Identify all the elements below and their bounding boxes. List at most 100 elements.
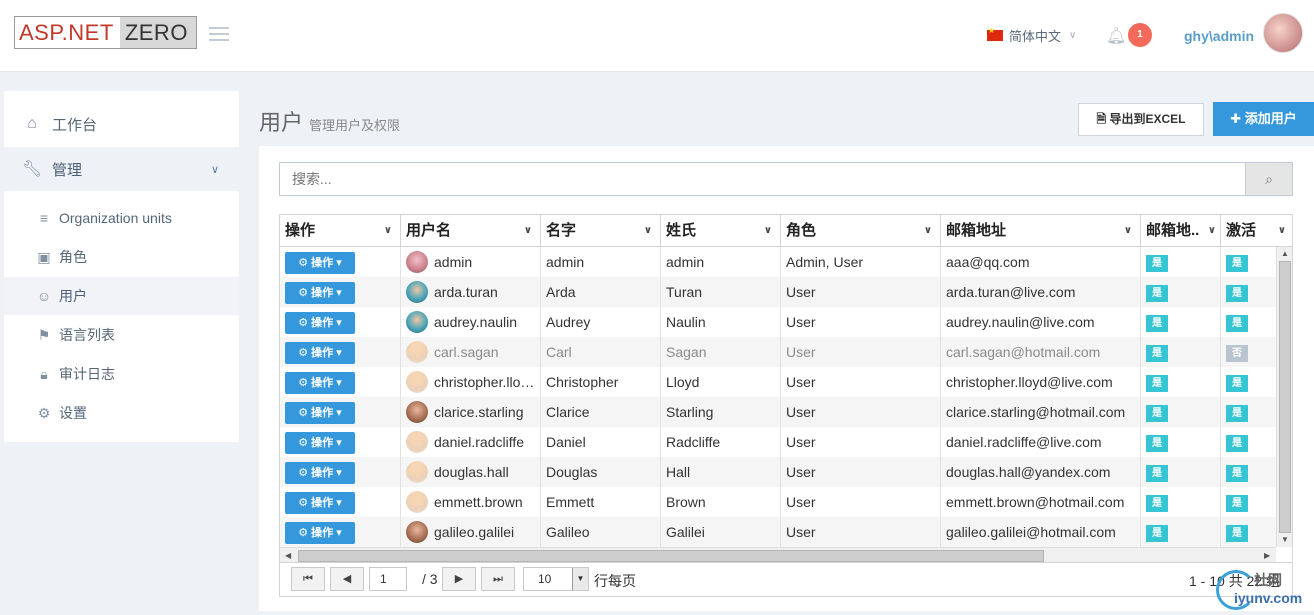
column-header-surname[interactable]: 姓氏 ∨ [661,215,781,246]
column-header-username[interactable]: 用户名 ∨ [401,215,541,246]
sidebar-item-label: 设置 [59,405,87,421]
email-value: aaa@qq.com [946,254,1030,270]
row-actions-button[interactable]: ⚙ 操作 ▾ [285,462,355,484]
sidebar-item-settings[interactable]: ⚙ 设置 [4,394,239,432]
sidebar-item-languages[interactable]: ⚑ 语言列表 [4,316,239,354]
row-actions-button[interactable]: ⚙ 操作 ▾ [285,402,355,424]
username-cell: arda.turan [401,277,541,307]
roles-value: User [786,464,816,480]
language-selector[interactable]: 简体中文 ∨ [987,26,1076,45]
email-confirmed-cell: 是 [1141,367,1221,397]
sidebar-item-users[interactable]: ☺ 用户 [4,277,239,315]
scroll-right-icon[interactable]: ▶ [1264,551,1270,560]
row-actions-label: 操作 [311,347,334,359]
scroll-up-icon[interactable]: ▲ [1281,249,1289,258]
bell-icon[interactable]: 🔔︎ [1106,26,1126,46]
menu-toggle-icon[interactable] [209,27,229,41]
chevron-down-icon[interactable]: ∨ [764,215,772,246]
grid-pager: ⏮︎ ◀ 1 / 3 ▶ ⏭︎ 10 ▼ 行每页 1 - 10 共 22 组 [279,563,1293,597]
chevron-down-icon[interactable]: ∨ [1278,215,1286,246]
roles-cell: User [781,337,941,367]
active-badge: 是 [1226,315,1248,332]
chevron-down-icon[interactable]: ∨ [1124,215,1132,246]
actions-cell: ⚙ 操作 ▾ [280,277,401,307]
surname-cell: Brown [661,487,781,517]
user-name[interactable]: ghy\admin [1184,28,1254,44]
row-actions-button[interactable]: ⚙ 操作 ▾ [285,432,355,454]
horizontal-scroll-thumb[interactable] [298,550,1044,562]
name-value: Christopher [546,374,619,390]
page-size-select[interactable]: 10 ▼ [523,567,589,591]
column-header-email[interactable]: 邮箱地址 ∨ [941,215,1141,246]
email-confirmed-badge: 是 [1146,315,1168,332]
scroll-left-icon[interactable]: ◀ [285,551,291,560]
vertical-scrollbar[interactable]: ▲ ▼ [1276,247,1292,547]
surname-value: Brown [666,494,706,510]
sidebar-item-administration[interactable]: 🔧︎ 管理 ∨ [4,147,239,191]
dropdown-arrow-icon[interactable]: ▼ [572,568,588,590]
actions-cell: ⚙ 操作 ▾ [280,517,401,547]
prev-page-button[interactable]: ◀ [330,567,364,591]
china-flag-icon [987,26,1003,41]
chevron-down-icon[interactable]: ∨ [384,215,392,246]
export-excel-button[interactable]: 🗎︎ 导出到EXCEL [1078,103,1204,136]
row-actions-button[interactable]: ⚙ 操作 ▾ [285,342,355,364]
email-cell: galileo.galilei@hotmail.com [941,517,1141,547]
row-actions-label: 操作 [311,407,334,419]
search-button[interactable]: ⌕ [1245,162,1293,196]
chevron-down-icon[interactable]: ∨ [644,215,652,246]
column-header-email-confirmed[interactable]: 邮箱地.. ∨ [1141,215,1221,246]
roles-value: User [786,374,816,390]
caret-down-icon: ▾ [333,257,342,269]
page-number-input[interactable]: 1 [369,567,407,591]
roles-cell: User [781,427,941,457]
row-actions-button[interactable]: ⚙ 操作 ▾ [285,312,355,334]
table-row: ⚙ 操作 ▾ audrey.naulin Audrey Naulin User audre… [280,307,1276,337]
column-header-label: 邮箱地址 [946,222,1007,239]
active-badge: 是 [1226,285,1248,302]
sidebar-item-dashboard[interactable]: ⌂ 工作台 [4,102,239,146]
sidebar-item-organization-units[interactable]: ≡ Organization units [4,199,239,237]
email-cell: emmett.brown@hotmail.com [941,487,1141,517]
plus-icon: ✚ [1230,111,1242,126]
chevron-down-icon[interactable]: ∨ [524,215,532,246]
app-logo[interactable]: ASP.NET ZERO [14,16,197,49]
chevron-down-icon[interactable]: ∨ [1208,215,1216,246]
add-user-button[interactable]: ✚ 添加用户 [1213,102,1314,136]
user-avatar [406,281,428,304]
last-page-button[interactable]: ⏭︎ [481,567,515,591]
notification-badge[interactable]: 1 [1128,23,1152,47]
row-actions-button[interactable]: ⚙ 操作 ▾ [285,282,355,304]
email-value: carl.sagan@hotmail.com [946,344,1101,360]
sidebar-item-roles[interactable]: ▣ 角色 [4,238,239,276]
next-page-button[interactable]: ▶ [442,567,476,591]
column-header-active[interactable]: 激活 ∨ [1221,215,1292,246]
surname-value: Hall [666,464,691,480]
sidebar-item-audit-logs[interactable]: 🔒︎ 审计日志 [4,355,239,393]
search-input[interactable] [279,162,1246,196]
vertical-scroll-thumb[interactable] [1279,261,1291,533]
column-header-actions[interactable]: 操作 ∨ [280,215,401,246]
chevron-down-icon[interactable]: ∨ [924,215,932,246]
email-confirmed-badge: 是 [1146,375,1168,392]
row-actions-button[interactable]: ⚙ 操作 ▾ [285,252,355,274]
surname-cell: Starling [661,397,781,427]
user-avatar[interactable] [1263,13,1303,53]
column-header-roles[interactable]: 角色 ∨ [781,215,941,246]
user-avatar [406,491,428,514]
column-header-name[interactable]: 名字 ∨ [541,215,661,246]
row-actions-button[interactable]: ⚙ 操作 ▾ [285,492,355,514]
row-actions-button[interactable]: ⚙ 操作 ▾ [285,522,355,544]
gear-icon: ⚙ [298,497,312,509]
actions-cell: ⚙ 操作 ▾ [280,457,401,487]
name-cell: admin [541,247,661,277]
row-actions-button[interactable]: ⚙ 操作 ▾ [285,372,355,394]
column-header-label: 邮箱地.. [1146,222,1200,239]
gear-icon: ⚙ [298,377,312,389]
scroll-down-icon[interactable]: ▼ [1281,535,1289,544]
horizontal-scrollbar[interactable]: ◀ ▶ [280,547,1276,562]
username-cell: douglas.hall [401,457,541,487]
username-cell: carl.sagan [401,337,541,367]
email-cell: arda.turan@live.com [941,277,1141,307]
first-page-button[interactable]: ⏮︎ [291,567,325,591]
